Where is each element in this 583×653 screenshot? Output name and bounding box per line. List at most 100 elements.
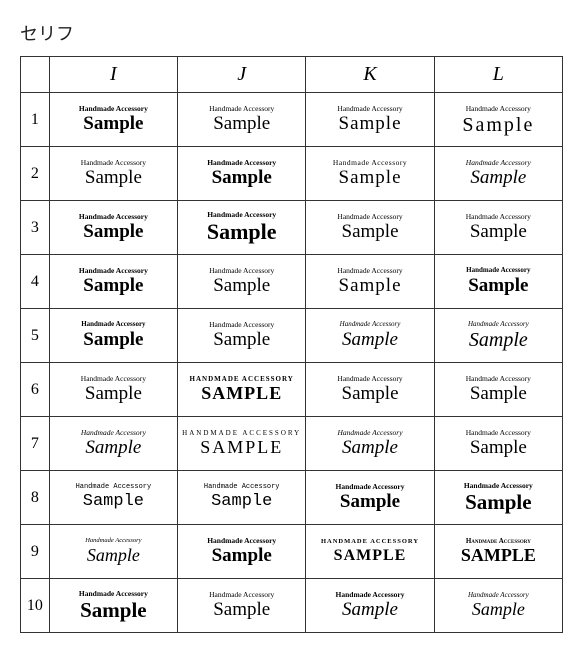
col-header-L: L: [434, 57, 562, 93]
cell-5-0: Handmade Accessory Sample: [49, 309, 177, 363]
cell-3-3: Handmade AccessorySample: [434, 201, 562, 255]
cell-top-text: Handmade Accessory: [79, 212, 148, 221]
cell-top-text: Handmade Accessory: [466, 537, 531, 545]
cell-top-text: Handmade Accessory: [337, 374, 402, 383]
cell-5-2: Handmade Accessory Sample: [306, 309, 434, 363]
cell-main-text: Sample: [340, 492, 400, 513]
cell-4-2: Handmade AccessorySample: [306, 255, 434, 309]
cell-main-text: SAMPLE: [334, 547, 407, 565]
cell-main-text: Sample: [85, 438, 141, 459]
cell-top-text: HANDMADE ACCESSORY: [190, 375, 294, 383]
cell-9-2: HANDMADE ACCESSORYSAMPLE: [306, 525, 434, 579]
row-num-9: 9: [21, 525, 50, 579]
col-header-K: K: [306, 57, 434, 93]
cell-2-3: Handmade AccessorySample: [434, 147, 562, 201]
col-header-empty: [21, 57, 50, 93]
cell-top-text: Handmade Accessory: [333, 158, 407, 167]
cell-4-3: Handmade AccessorySample: [434, 255, 562, 309]
cell-9-1: Handmade AccessorySample: [178, 525, 306, 579]
cell-main-text: Sample: [83, 114, 143, 135]
cell-1-1: Handmade AccessorySample: [178, 93, 306, 147]
row-num-5: 5: [21, 309, 50, 363]
cell-top-text: Handmade Accessory: [337, 104, 402, 113]
cell-top-text: Handmade Accessory: [81, 158, 146, 167]
cell-8-0: Handmade AccessorySample: [49, 471, 177, 525]
cell-1-3: Handmade AccessorySample: [434, 93, 562, 147]
cell-2-0: Handmade AccessorySample: [49, 147, 177, 201]
cell-top-text: Handmade Accessory: [204, 483, 280, 491]
cell-5-3: Handmade AccessorySample: [434, 309, 562, 363]
cell-main-text: Sample: [213, 600, 270, 621]
table-row: 2Handmade AccessorySampleHandmade Access…: [21, 147, 563, 201]
cell-6-2: Handmade AccessorySample: [306, 363, 434, 417]
row-num-3: 3: [21, 201, 50, 255]
cell-top-text: Handmade Accessory: [207, 210, 276, 219]
cell-top-text: Handmade Accessory: [209, 104, 274, 113]
cell-main-text: Sample: [83, 330, 143, 351]
cell-main-text: Sample: [470, 438, 527, 459]
col-header-J: J: [178, 57, 306, 93]
cell-main-text: Sample: [83, 276, 143, 297]
cell-top-text: Handmade Accessory: [340, 320, 401, 328]
cell-2-2: Handmade AccessorySample: [306, 147, 434, 201]
cell-top-text: Handmade Accessory: [464, 481, 533, 490]
row-num-6: 6: [21, 363, 50, 417]
cell-top-text: Handmade Accessory: [336, 482, 405, 491]
cell-8-3: Handmade AccessorySample: [434, 471, 562, 525]
cell-main-text: Sample: [472, 600, 525, 620]
table-row: 1Handmade AccessorySampleHandmade Access…: [21, 93, 563, 147]
cell-main-text: Sample: [213, 276, 270, 297]
cell-5-1: Handmade AccessorySample: [178, 309, 306, 363]
cell-8-2: Handmade AccessorySample: [306, 471, 434, 525]
cell-top-text: HANDMADE ACCESSORY: [182, 429, 301, 437]
cell-6-3: Handmade AccessorySample: [434, 363, 562, 417]
cell-main-text: Sample: [339, 276, 402, 297]
cell-main-text: Sample: [342, 438, 398, 459]
cell-9-3: Handmade AccessorySAMPLE: [434, 525, 562, 579]
cell-main-text: Sample: [213, 114, 270, 135]
cell-main-text: SAMPLE: [200, 438, 283, 458]
cell-main-text: Sample: [470, 168, 526, 189]
cell-6-0: Handmade AccessorySample: [49, 363, 177, 417]
cell-main-text: Sample: [342, 330, 398, 351]
cell-top-text: Handmade Accessory: [466, 104, 531, 113]
table-row: 7Handmade AccessorySampleHANDMADE ACCESS…: [21, 417, 563, 471]
table-row: 4Handmade AccessorySampleHandmade Access…: [21, 255, 563, 309]
cell-top-text: Handmade Accessory: [468, 591, 529, 599]
cell-main-text: Sample: [342, 222, 399, 243]
cell-top-text: Handmade Accessory: [468, 320, 529, 328]
cell-top-text: Handmade Accessory: [337, 212, 402, 221]
row-num-2: 2: [21, 147, 50, 201]
cell-main-text: Sample: [462, 114, 534, 136]
cell-main-text: SAMPLE: [461, 546, 536, 566]
cell-top-text: Handmade Accessory: [81, 320, 145, 328]
cell-main-text: Sample: [465, 491, 532, 514]
cell-main-text: Sample: [470, 222, 527, 243]
row-num-1: 1: [21, 93, 50, 147]
cell-8-1: Handmade Accessory Sample: [178, 471, 306, 525]
cell-main-text: Sample: [342, 384, 399, 405]
cell-7-1: HANDMADE ACCESSORYSAMPLE: [178, 417, 306, 471]
cell-top-text: Handmade Accessory: [336, 590, 405, 599]
cell-top-text: Handmade Accessory: [207, 536, 276, 545]
cell-top-text: Handmade Accessory: [81, 374, 146, 383]
table-row: 5 Handmade Accessory Sample Handmade Access…: [21, 309, 563, 363]
section-title: セリフ: [20, 20, 563, 46]
table-row: 8Handmade AccessorySampleHandmade Access…: [21, 471, 563, 525]
cell-3-2: Handmade AccessorySample: [306, 201, 434, 255]
cell-main-text: Sample: [212, 168, 272, 189]
row-num-8: 8: [21, 471, 50, 525]
table-row: 6Handmade AccessorySampleHANDMADE ACCESS…: [21, 363, 563, 417]
table-row: 3Handmade AccessorySampleHandmade Access…: [21, 201, 563, 255]
cell-7-0: Handmade AccessorySample: [49, 417, 177, 471]
cell-top-text: Handmade Accessory: [337, 428, 402, 437]
cell-top-text: Handmade Accessory: [466, 158, 531, 167]
cell-main-text: Sample: [213, 330, 270, 351]
cell-1-2: Handmade AccessorySample: [306, 93, 434, 147]
cell-main-text: Sample: [211, 493, 272, 512]
cell-4-1: Handmade AccessorySample: [178, 255, 306, 309]
cell-main-text: Sample: [207, 220, 277, 244]
cell-main-text: Sample: [339, 114, 402, 135]
cell-main-text: Sample: [470, 384, 527, 405]
font-sample-table: I J K L 1Handmade AccessorySampleHandmad…: [20, 56, 563, 633]
